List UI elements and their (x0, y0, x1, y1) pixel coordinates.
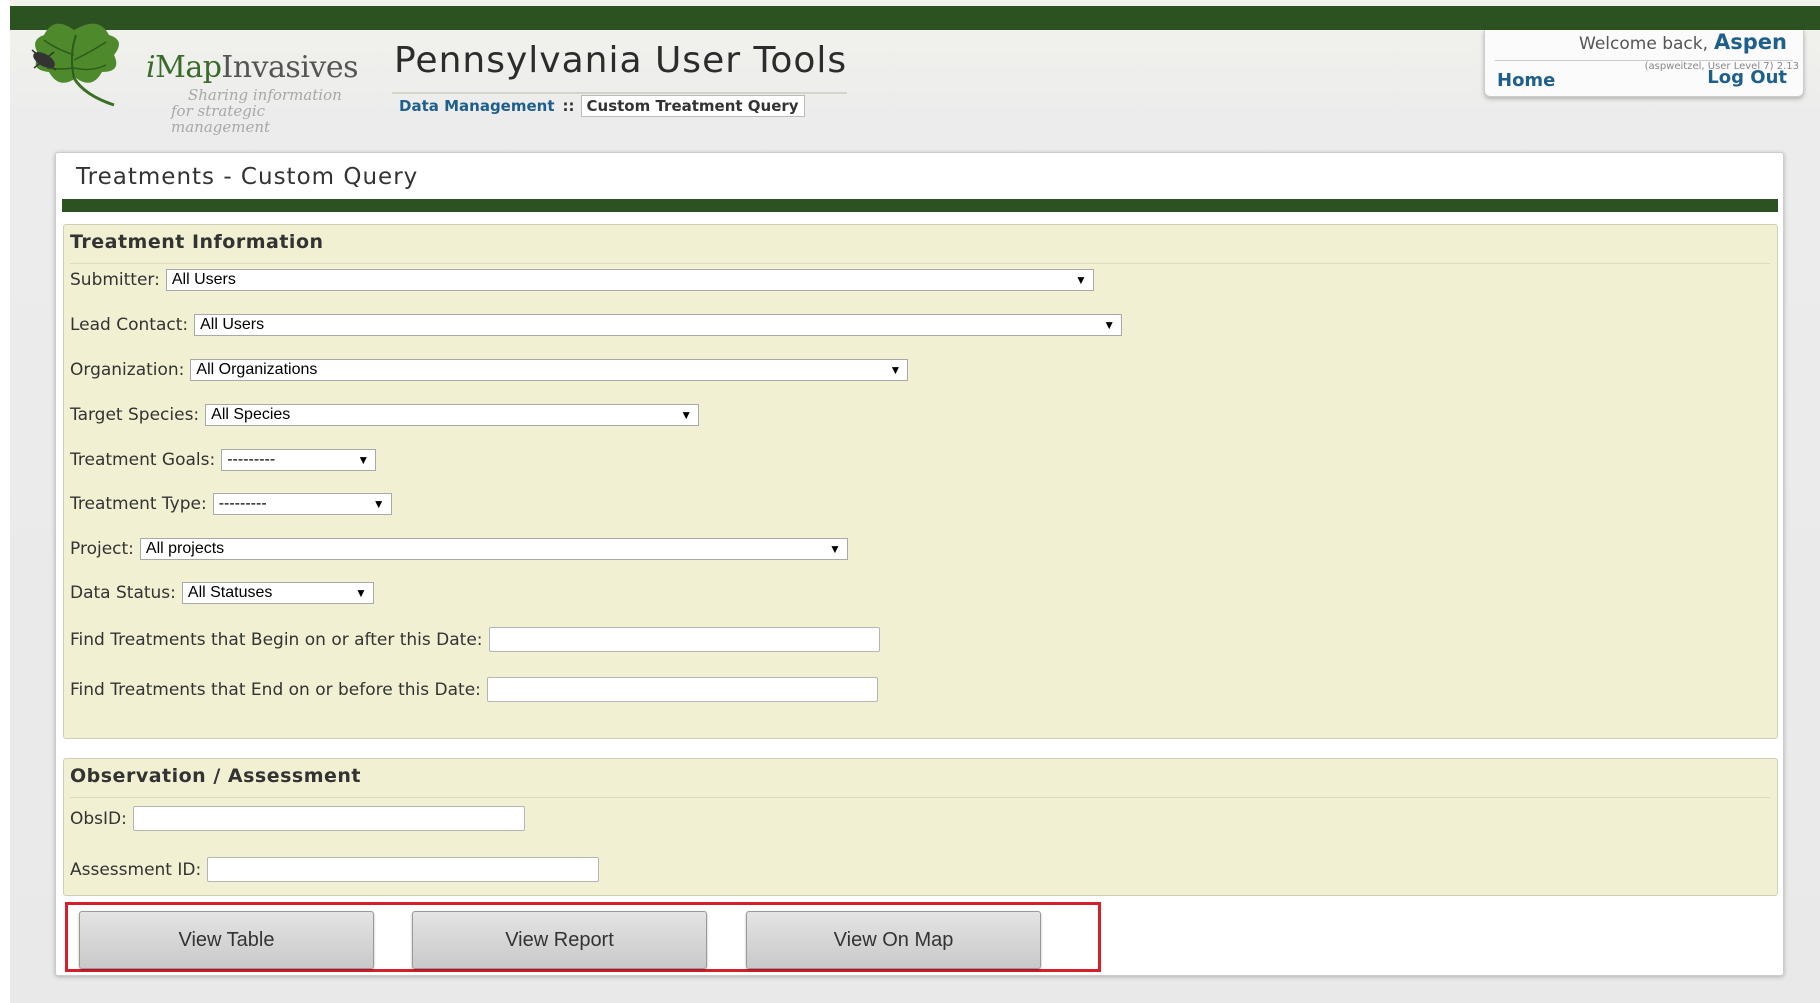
treatment-goals-label: Treatment Goals: (70, 450, 216, 470)
leaf-logo-icon (31, 23, 119, 107)
obs-id-input[interactable] (132, 806, 525, 831)
breadcrumb-data-management-link[interactable]: Data Management (399, 97, 555, 115)
dropdown-arrow-icon: ▼ (680, 408, 693, 422)
assessment-id-label: Assessment ID: (70, 859, 202, 880)
begin-date-label: Find Treatments that Begin on or after t… (70, 629, 483, 650)
target-species-label: Target Species: (70, 405, 200, 425)
target-species-value: All Species (211, 406, 291, 423)
target-species-select[interactable]: All Species ▼ (205, 404, 700, 426)
dropdown-arrow-icon: ▼ (1074, 273, 1087, 287)
project-field: Project: All projects ▼ (70, 538, 848, 560)
project-select[interactable]: All projects ▼ (139, 538, 848, 560)
data-status-value: All Statuses (187, 584, 273, 601)
view-on-map-button[interactable]: View On Map (746, 911, 1041, 969)
treatment-type-value: --------- (218, 495, 267, 512)
obs-id-field: ObsID: (70, 806, 525, 831)
submitter-field: Submitter: All Users ▼ (70, 269, 1094, 291)
home-link[interactable]: Home (1497, 70, 1555, 91)
section-title-treatment: Treatment Information (70, 231, 324, 253)
section-title-observation: Observation / Assessment (70, 765, 361, 787)
action-buttons-highlight: View Table View Report View On Map (65, 902, 1101, 972)
title-divider (392, 92, 847, 94)
end-date-field: Find Treatments that End on or before th… (70, 677, 878, 702)
end-date-input[interactable] (486, 677, 878, 702)
panel-title: Treatments - Custom Query (76, 164, 419, 190)
section-divider (70, 797, 1770, 798)
organization-field: Organization: All Organizations ▼ (70, 359, 909, 381)
breadcrumb-current: Custom Treatment Query (580, 95, 805, 117)
logo-title: iMapInvasives (146, 50, 359, 85)
logo-invasives: Invasives (221, 50, 359, 85)
submitter-select[interactable]: All Users ▼ (165, 269, 1094, 291)
lead-contact-select[interactable]: All Users ▼ (194, 314, 1123, 336)
treatment-goals-select[interactable]: --------- ▼ (221, 449, 377, 471)
assessment-id-input[interactable] (207, 857, 600, 882)
view-report-button[interactable]: View Report (412, 911, 707, 969)
treatment-information-section: Treatment Information Submitter: All Use… (63, 224, 1778, 739)
observation-assessment-section: Observation / Assessment ObsID: Assessme… (63, 758, 1778, 896)
treatment-goals-field: Treatment Goals: --------- ▼ (70, 449, 377, 471)
dropdown-arrow-icon: ▼ (355, 586, 367, 600)
submitter-value: All Users (171, 271, 236, 288)
project-label: Project: (70, 539, 134, 559)
end-date-label: Find Treatments that End on or before th… (70, 679, 481, 700)
submitter-label: Submitter: (70, 270, 160, 290)
treatment-type-field: Treatment Type: --------- ▼ (70, 493, 392, 515)
lead-contact-value: All Users (200, 316, 265, 333)
logo-text: iMapInvasives Sharing information for st… (146, 50, 359, 136)
treatment-goals-value: --------- (227, 451, 276, 468)
treatment-type-select[interactable]: --------- ▼ (212, 493, 392, 515)
username: Aspen (1714, 30, 1787, 54)
obs-id-label: ObsID: (70, 808, 127, 829)
dropdown-arrow-icon: ▼ (357, 453, 370, 467)
project-value: All projects (145, 540, 225, 557)
treatment-type-label: Treatment Type: (70, 494, 207, 514)
logo-map: Map (155, 50, 222, 85)
user-box: Welcome back, Aspen (aspweitzel, User Lev… (1484, 30, 1804, 97)
logout-link[interactable]: Log Out (1707, 67, 1787, 88)
data-status-field: Data Status: All Statuses ▼ (70, 582, 374, 604)
data-status-select[interactable]: All Statuses ▼ (181, 582, 374, 604)
organization-select[interactable]: All Organizations ▼ (190, 359, 909, 381)
dropdown-arrow-icon: ▼ (829, 542, 841, 556)
lead-contact-field: Lead Contact: All Users ▼ (70, 314, 1123, 336)
dropdown-arrow-icon: ▼ (889, 363, 902, 377)
begin-date-input[interactable] (488, 627, 880, 652)
assessment-id-field: Assessment ID: (70, 857, 600, 882)
logo-tagline-2: for strategic management (171, 102, 271, 136)
dropdown-arrow-icon: ▼ (372, 497, 385, 511)
section-divider (70, 263, 1770, 264)
logo-prefix: i (146, 50, 156, 85)
organization-label: Organization: (70, 360, 185, 380)
view-table-button[interactable]: View Table (79, 911, 374, 969)
imapinvasives-logo[interactable]: iMapInvasives Sharing information for st… (14, 10, 359, 135)
breadcrumb-separator: :: (562, 97, 575, 115)
dropdown-arrow-icon: ▼ (1103, 318, 1116, 332)
begin-date-field: Find Treatments that Begin on or after t… (70, 627, 880, 652)
panel-title-bar (62, 199, 1778, 212)
query-panel: Treatments - Custom Query Treatment Info… (55, 152, 1784, 976)
organization-value: All Organizations (196, 361, 318, 378)
welcome-text: Welcome back, (1579, 34, 1709, 54)
breadcrumb: Data Management:: Custom Treatment Query (399, 95, 805, 117)
lead-contact-label: Lead Contact: (70, 315, 189, 335)
data-status-label: Data Status: (70, 583, 176, 603)
target-species-field: Target Species: All Species ▼ (70, 404, 700, 426)
welcome-message: Welcome back, Aspen (1579, 30, 1787, 54)
page-title: Pennsylvania User Tools (394, 40, 848, 81)
logo-tagline-1: Sharing information (188, 86, 342, 104)
